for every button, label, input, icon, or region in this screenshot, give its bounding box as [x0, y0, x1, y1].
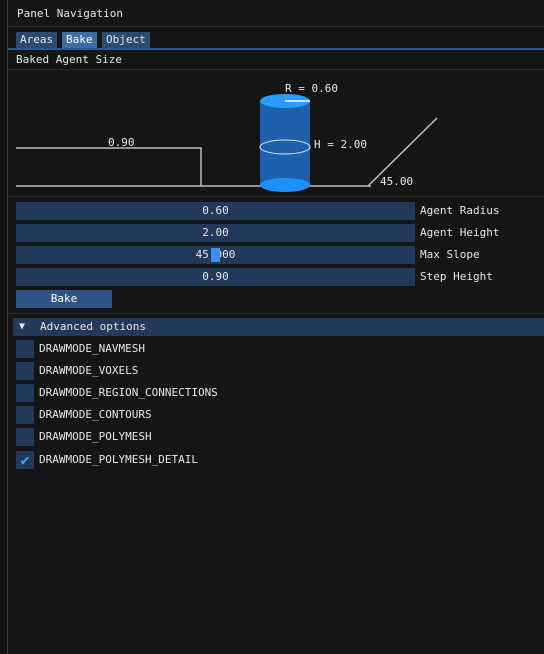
agent-height-label: Agent Height — [420, 226, 500, 239]
divider — [8, 196, 544, 197]
divider — [8, 313, 544, 314]
tab-bake[interactable]: Bake — [62, 32, 97, 48]
slope-label: 45.00 — [380, 175, 413, 188]
collapse-arrow-icon: ▼ — [19, 321, 26, 332]
option-label: DRAWMODE_CONTOURS — [39, 408, 152, 421]
agent-cylinder-body — [260, 101, 310, 185]
drawmode-option[interactable]: ✔ DRAWMODE_POLYMESH_DETAIL — [16, 451, 416, 469]
drawmode-option[interactable]: DRAWMODE_VOXELS — [16, 362, 416, 380]
option-label: DRAWMODE_REGION_CONNECTIONS — [39, 386, 218, 399]
divider — [8, 69, 544, 70]
max-slope-row: 45.000 Max Slope — [16, 246, 544, 264]
agent-radius-label: Agent Radius — [420, 204, 500, 217]
agent-size-diagram: R = 0.60 H = 2.00 0.90 45.00 — [16, 82, 438, 192]
panel-title: Panel Navigation — [17, 7, 123, 20]
checkbox[interactable] — [16, 384, 34, 402]
step-height-row: 0.90 Step Height — [16, 268, 544, 286]
tab-object[interactable]: Object — [102, 32, 150, 48]
drawmode-option[interactable]: DRAWMODE_NAVMESH — [16, 340, 416, 358]
agent-height-row: 2.00 Agent Height — [16, 224, 544, 242]
tab-bar: Areas Bake Object — [8, 30, 544, 50]
advanced-options-label: Advanced options — [40, 320, 146, 333]
bake-button[interactable]: Bake — [16, 290, 112, 308]
agent-cylinder-bottom — [260, 178, 310, 192]
panel-titlebar[interactable]: Panel Navigation — [8, 0, 544, 27]
navigation-panel: Panel Navigation Areas Bake Object Baked… — [7, 0, 544, 654]
option-label: DRAWMODE_NAVMESH — [39, 342, 145, 355]
drawmode-option[interactable]: DRAWMODE_REGION_CONNECTIONS — [16, 384, 416, 402]
option-label: DRAWMODE_POLYMESH_DETAIL — [39, 453, 198, 466]
checkbox[interactable] — [16, 362, 34, 380]
drawmode-option[interactable]: DRAWMODE_CONTOURS — [16, 406, 416, 424]
option-label: DRAWMODE_VOXELS — [39, 364, 139, 377]
section-title: Baked Agent Size — [16, 53, 122, 66]
checkbox[interactable]: ✔ — [16, 451, 34, 469]
option-label: DRAWMODE_POLYMESH — [39, 430, 152, 443]
agent-height-input[interactable]: 2.00 — [16, 224, 415, 242]
max-slope-label: Max Slope — [420, 248, 480, 261]
radius-label: R = 0.60 — [285, 82, 338, 95]
step-height-input[interactable]: 0.90 — [16, 268, 415, 286]
height-label: H = 2.00 — [314, 138, 367, 151]
checkbox[interactable] — [16, 428, 34, 446]
checkmark-icon: ✔ — [20, 451, 30, 469]
slider-grab-handle[interactable] — [211, 248, 220, 262]
step-height-label: Step Height — [420, 270, 493, 283]
agent-radius-row: 0.60 Agent Radius — [16, 202, 544, 220]
tab-areas[interactable]: Areas — [16, 32, 58, 48]
advanced-options-header[interactable]: ▼ Advanced options — [13, 318, 544, 336]
step-height-label: 0.90 — [108, 136, 135, 149]
drawmode-option[interactable]: DRAWMODE_POLYMESH — [16, 428, 416, 446]
checkbox[interactable] — [16, 340, 34, 358]
checkbox[interactable] — [16, 406, 34, 424]
agent-radius-input[interactable]: 0.60 — [16, 202, 415, 220]
max-slope-slider[interactable]: 45.000 — [16, 246, 415, 264]
step-profile-line — [16, 147, 202, 186]
